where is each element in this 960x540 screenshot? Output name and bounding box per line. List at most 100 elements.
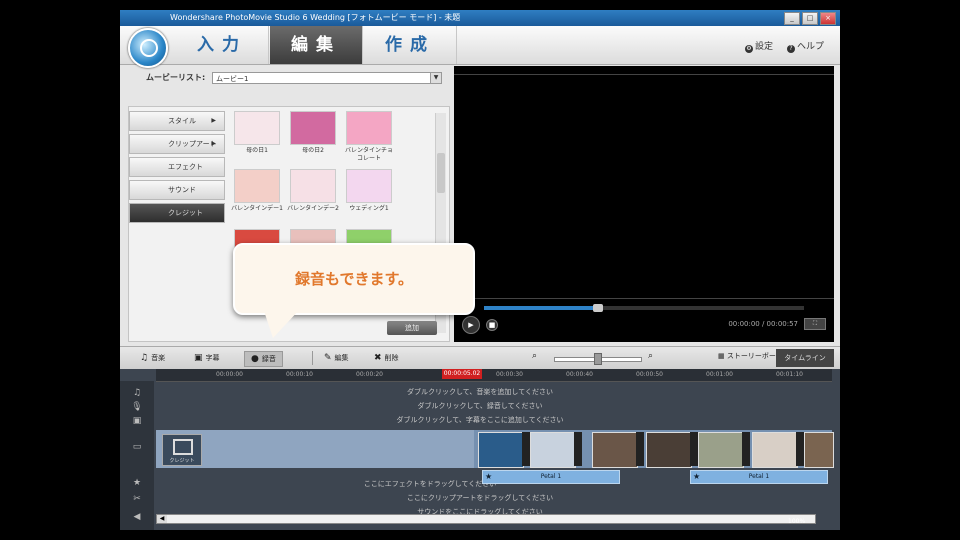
transition-marker[interactable] bbox=[742, 432, 750, 466]
transition-marker[interactable] bbox=[522, 432, 530, 466]
movie-list-row: ムービーリスト: ムービー1 ▼ bbox=[128, 68, 448, 88]
pencil-icon: ✎ bbox=[324, 353, 332, 363]
storyboard-label: ストーリーボード bbox=[726, 352, 783, 360]
minimize-button[interactable]: _ bbox=[784, 12, 800, 25]
settings-link[interactable]: ⚙ 設定 bbox=[744, 39, 773, 53]
add-button[interactable]: 追加 bbox=[387, 321, 437, 335]
timeline-toolbar: ♫ 音楽 ▣ 字幕 ● 録音 ✎ 編集 ✖ 削除 ⌕ ⌕ ▦ ストーリーボード タイムライ… bbox=[120, 346, 840, 370]
timeline-scrollbar[interactable]: ◀ bbox=[156, 514, 816, 524]
video-track-empty: クレジット bbox=[156, 430, 474, 468]
edit-button[interactable]: ✎ 編集 bbox=[324, 351, 349, 365]
thumbnail-item[interactable]: バレンタインチョコレート bbox=[343, 111, 395, 163]
arrow-right-icon: ▶ bbox=[211, 117, 216, 124]
video-clip[interactable] bbox=[752, 432, 798, 468]
zoom-handle[interactable] bbox=[594, 353, 602, 365]
thumbnail-item[interactable]: 母の日1 bbox=[231, 111, 283, 155]
fullscreen-button[interactable]: ⛶ bbox=[804, 318, 826, 330]
help-icon: ? bbox=[786, 45, 795, 53]
thumbnail-image bbox=[290, 169, 336, 203]
thumbnail-caption: バレンタインデー2 bbox=[287, 205, 339, 212]
music-button[interactable]: ♫ 音楽 bbox=[140, 351, 165, 365]
zoom-in-icon[interactable]: ⌕ bbox=[648, 351, 653, 361]
video-track: クレジット bbox=[156, 430, 834, 468]
maximize-button[interactable]: □ bbox=[802, 12, 818, 25]
category-sound[interactable]: サウンド bbox=[129, 180, 225, 200]
storyboard-button[interactable]: ▦ ストーリーボード bbox=[718, 351, 783, 361]
effect-label: Petal 1 bbox=[540, 473, 562, 480]
ruler-tick: 00:00:40 bbox=[566, 371, 593, 378]
scroll-left-icon[interactable]: ◀ bbox=[157, 515, 167, 523]
movie-list-label: ムービーリスト: bbox=[146, 73, 206, 82]
help-link[interactable]: ? ヘルプ bbox=[786, 39, 824, 53]
transition-marker[interactable] bbox=[796, 432, 804, 466]
video-clip[interactable] bbox=[698, 432, 744, 468]
category-credit[interactable]: クレジット bbox=[129, 203, 225, 223]
timeline-ruler[interactable]: 00:00:00 00:00:10 00:00:20 00:00:30 00:0… bbox=[156, 369, 832, 382]
subtitle-track-icon: ▣ bbox=[132, 416, 142, 426]
movie-list-select[interactable]: ムービー1 ▼ bbox=[212, 72, 442, 84]
tab-create[interactable]: 作成 bbox=[364, 26, 457, 64]
thumbnail-item[interactable]: バレンタインデー2 bbox=[287, 169, 339, 213]
scrollbar-thumb[interactable] bbox=[437, 153, 445, 193]
stop-button[interactable]: ■ bbox=[486, 319, 498, 331]
star-icon: ★ bbox=[485, 472, 493, 481]
video-clip[interactable] bbox=[804, 432, 834, 468]
effect-clip[interactable]: ★ Petal 1 bbox=[690, 470, 828, 484]
preview-top-border bbox=[454, 74, 834, 75]
music-label: 音楽 bbox=[151, 354, 166, 362]
music-icon: ♫ bbox=[140, 353, 149, 363]
music-track-hint[interactable]: ダブルクリックして、音楽を追加してください bbox=[280, 387, 680, 397]
subtitle-button[interactable]: ▣ 字幕 bbox=[194, 351, 220, 365]
intro-card[interactable]: クレジット bbox=[162, 434, 202, 466]
playhead-marker[interactable]: 00:00:05.02 bbox=[442, 369, 482, 379]
thumbnail-image bbox=[234, 111, 280, 145]
video-clip[interactable] bbox=[530, 432, 576, 468]
intro-card-label: クレジット bbox=[169, 458, 195, 464]
edit-label: 編集 bbox=[334, 354, 349, 362]
zoom-out-icon[interactable]: ⌕ bbox=[532, 351, 537, 361]
tooltip-callout: 録音もできます。 bbox=[233, 243, 475, 315]
thumbnail-item[interactable]: ウェディング1 bbox=[343, 169, 395, 213]
thumbnail-image bbox=[234, 169, 280, 203]
video-clip[interactable] bbox=[592, 432, 638, 468]
transition-marker[interactable] bbox=[690, 432, 698, 466]
play-button[interactable]: ▶ bbox=[462, 316, 480, 334]
video-clip[interactable] bbox=[478, 432, 524, 468]
category-clipart[interactable]: クリップアート ▶ bbox=[129, 134, 225, 154]
chevron-down-icon[interactable]: ▼ bbox=[430, 73, 441, 83]
thumbnail-item[interactable]: バレンタインデー1 bbox=[231, 169, 283, 213]
record-button[interactable]: ● 録音 bbox=[244, 351, 283, 367]
transition-marker[interactable] bbox=[574, 432, 582, 466]
video-clip[interactable] bbox=[646, 432, 692, 468]
effect-track-icon: ★ bbox=[132, 478, 142, 488]
category-style[interactable]: スタイル ▶ bbox=[129, 111, 225, 131]
thumbnail-caption: 母の日2 bbox=[302, 147, 324, 154]
close-button[interactable]: × bbox=[820, 12, 836, 25]
thumbnail-image bbox=[346, 111, 392, 145]
toolbar-divider bbox=[312, 351, 313, 365]
app-logo-icon bbox=[128, 28, 168, 68]
app-window: Wondershare PhotoMovie Studio 6 Wedding … bbox=[120, 10, 840, 530]
record-label: 録音 bbox=[261, 355, 276, 363]
clipart-track-hint[interactable]: ここにクリップアートをドラッグしてください bbox=[280, 493, 680, 503]
timeline-zoom-level: 100% bbox=[788, 518, 806, 525]
delete-button[interactable]: ✖ 削除 bbox=[374, 351, 399, 365]
trash-icon: ✖ bbox=[374, 353, 382, 363]
seek-handle[interactable] bbox=[592, 304, 603, 312]
mic-track-icon: 🎙 bbox=[131, 402, 143, 412]
tab-input[interactable]: 入力 bbox=[176, 26, 269, 64]
tab-edit[interactable]: 編集 bbox=[270, 26, 363, 64]
video-track-icon: ▭ bbox=[132, 442, 142, 452]
subtitle-label: 字幕 bbox=[205, 354, 220, 362]
thumbnail-item[interactable]: 母の日2 bbox=[287, 111, 339, 155]
subtitle-track-hint[interactable]: ダブルクリックして、字幕をここに追加してください bbox=[280, 415, 680, 425]
transition-marker[interactable] bbox=[636, 432, 644, 466]
category-effect[interactable]: エフェクト bbox=[129, 157, 225, 177]
timeline-button[interactable]: タイムライン bbox=[776, 349, 834, 367]
effect-clip[interactable]: ★ Petal 1 bbox=[482, 470, 620, 484]
arrow-right-icon: ▶ bbox=[211, 140, 216, 147]
seek-bar[interactable] bbox=[484, 304, 804, 312]
record-track-hint[interactable]: ダブルクリックして、録音してください bbox=[280, 401, 680, 411]
ruler-tick: 00:00:20 bbox=[356, 371, 383, 378]
mic-icon: ● bbox=[251, 354, 259, 364]
